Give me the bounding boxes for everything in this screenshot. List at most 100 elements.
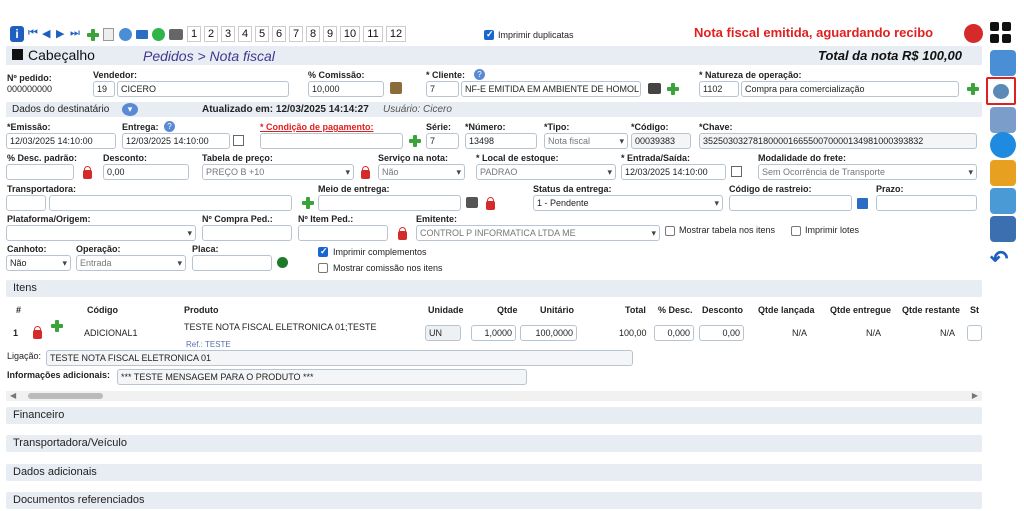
commission-input[interactable]: 10,000 bbox=[308, 81, 384, 97]
network-icon[interactable] bbox=[119, 28, 132, 41]
meio-entrega-lock-icon[interactable] bbox=[486, 197, 495, 210]
client-name-input[interactable]: NF-E EMITIDA EM AMBIENTE DE HOMOL bbox=[461, 81, 641, 97]
add-icon[interactable] bbox=[87, 29, 99, 41]
page-6[interactable]: 6 bbox=[272, 26, 286, 42]
email-icon[interactable] bbox=[136, 30, 148, 39]
tabela-preco-lock-icon[interactable] bbox=[361, 166, 370, 179]
whatsapp-icon[interactable] bbox=[152, 28, 165, 41]
schedule-icon[interactable] bbox=[990, 160, 1016, 186]
entrada-saida-input[interactable]: 12/03/2025 14:10:00 bbox=[621, 164, 726, 180]
emitente-select[interactable]: CONTROL P INFORMATICA LTDA ME bbox=[416, 225, 660, 241]
section-documentos[interactable]: Documentos referenciados bbox=[6, 492, 982, 509]
download-icon[interactable] bbox=[990, 132, 1016, 158]
recipient-bar[interactable] bbox=[6, 102, 982, 117]
link-input[interactable]: TESTE NOTA FISCAL ELETRONICA 01 bbox=[46, 350, 633, 366]
copy-icon[interactable] bbox=[103, 28, 114, 41]
grid-menu-icon[interactable] bbox=[990, 22, 1012, 44]
placa-input[interactable] bbox=[192, 255, 272, 271]
transportadora-name-input[interactable] bbox=[49, 195, 292, 211]
scroll-right-arrow[interactable]: ▶ bbox=[972, 391, 978, 400]
section-dados-adicionais[interactable]: Dados adicionais bbox=[6, 464, 982, 481]
desconto-input[interactable]: 0,00 bbox=[103, 164, 189, 180]
chave-input[interactable]: 3525030327818000016655007000013498100039… bbox=[699, 133, 977, 149]
servico-select[interactable]: Não bbox=[378, 164, 465, 180]
row-add-icon[interactable] bbox=[51, 320, 63, 332]
cond-pag-input[interactable] bbox=[260, 133, 403, 149]
add-transportadora-icon[interactable] bbox=[302, 197, 314, 209]
imprimir-complementos-checkbox[interactable] bbox=[318, 246, 328, 257]
operacao-select[interactable]: Entrada bbox=[76, 255, 186, 271]
report-icon[interactable] bbox=[990, 188, 1016, 214]
emissao-input[interactable]: 12/03/2025 14:10:00 bbox=[6, 133, 116, 149]
compra-ped-input[interactable] bbox=[202, 225, 292, 241]
local-estoque-select[interactable]: PADRAO bbox=[476, 164, 616, 180]
tabela-preco-select[interactable]: PREÇO B +10 bbox=[202, 164, 354, 180]
status-entrega-select[interactable]: 1 - Pendente bbox=[533, 195, 723, 211]
row-qty-input[interactable]: 1,0000 bbox=[471, 325, 516, 341]
next-page-icon[interactable]: ▶ bbox=[56, 27, 64, 40]
nature-code-input[interactable]: 1102 bbox=[699, 81, 739, 97]
section-financeiro[interactable]: Financeiro bbox=[6, 407, 982, 424]
scroll-thumb[interactable] bbox=[28, 393, 103, 399]
row-discount-input[interactable]: 0,00 bbox=[699, 325, 744, 341]
item-ped-input[interactable] bbox=[298, 225, 388, 241]
scroll-left-arrow[interactable]: ◀ bbox=[10, 391, 16, 400]
youtube-icon[interactable] bbox=[964, 24, 983, 43]
rastreio-icon[interactable] bbox=[857, 198, 868, 209]
mostrar-comissao-checkbox[interactable] bbox=[318, 263, 328, 273]
row-unit-price-input[interactable]: 100,0000 bbox=[520, 325, 577, 341]
entrega-help-icon[interactable]: ? bbox=[164, 121, 175, 132]
info-input[interactable]: *** TESTE MENSAGEM PARA O PRODUTO *** bbox=[117, 369, 527, 385]
page-5[interactable]: 5 bbox=[255, 26, 269, 42]
modalidade-select[interactable]: Sem Ocorrência de Transporte bbox=[758, 164, 977, 180]
meio-entrega-icon[interactable] bbox=[466, 197, 478, 208]
page-10[interactable]: 10 bbox=[340, 26, 360, 42]
client-help-icon[interactable]: ? bbox=[474, 69, 485, 80]
add-client-icon[interactable] bbox=[667, 83, 679, 95]
info-icon[interactable]: i bbox=[10, 26, 24, 42]
page-2[interactable]: 2 bbox=[204, 26, 218, 42]
recipient-toggle-icon[interactable]: ▾ bbox=[122, 103, 138, 116]
print-icon[interactable] bbox=[169, 29, 183, 40]
config-icon[interactable] bbox=[990, 107, 1016, 133]
page-8[interactable]: 8 bbox=[306, 26, 320, 42]
breadcrumb[interactable]: Pedidos > Nota fiscal bbox=[143, 48, 275, 64]
commission-detail-icon[interactable] bbox=[390, 82, 402, 94]
numero-input[interactable]: 13498 bbox=[465, 133, 537, 149]
item-ped-lock-icon[interactable] bbox=[398, 227, 407, 240]
items-section-header[interactable]: Itens bbox=[6, 280, 982, 297]
add-nature-icon[interactable] bbox=[967, 83, 979, 95]
edit-icon[interactable] bbox=[990, 216, 1016, 242]
page-12[interactable]: 12 bbox=[386, 26, 406, 42]
row-desc-pct-input[interactable]: 0,000 bbox=[654, 325, 694, 341]
codigo-input[interactable]: 00039383 bbox=[631, 133, 691, 149]
imprimir-lotes-checkbox[interactable] bbox=[791, 226, 801, 236]
canhoto-select[interactable]: Não bbox=[6, 255, 71, 271]
page-9[interactable]: 9 bbox=[323, 26, 337, 42]
transportadora-code-input[interactable] bbox=[6, 195, 46, 211]
print-duplicates-checkbox[interactable] bbox=[484, 29, 494, 40]
mostrar-tabela-checkbox[interactable] bbox=[665, 226, 675, 236]
serie-input[interactable]: 7 bbox=[426, 133, 459, 149]
page-4[interactable]: 4 bbox=[238, 26, 252, 42]
page-7[interactable]: 7 bbox=[289, 26, 303, 42]
prazo-input[interactable] bbox=[876, 195, 977, 211]
nature-name-input[interactable]: Compra para comercialização bbox=[741, 81, 959, 97]
desc-padrao-lock-icon[interactable] bbox=[83, 166, 92, 179]
client-code-input[interactable]: 7 bbox=[426, 81, 459, 97]
rastreio-input[interactable] bbox=[729, 195, 852, 211]
entrada-saida-calendar-icon[interactable] bbox=[731, 166, 742, 177]
vendor-name-input[interactable]: CICERO bbox=[117, 81, 289, 97]
transmit-nfe-icon[interactable] bbox=[986, 77, 1016, 105]
row-lock-icon[interactable] bbox=[33, 326, 42, 339]
add-cond-pag-icon[interactable] bbox=[409, 135, 421, 147]
prev-page-icon[interactable]: ◀ bbox=[42, 27, 50, 40]
client-search-icon[interactable] bbox=[648, 83, 661, 94]
page-11[interactable]: 11 bbox=[363, 26, 383, 42]
entrega-calendar-icon[interactable] bbox=[233, 135, 244, 146]
first-page-icon[interactable]: ⏮ bbox=[28, 27, 38, 40]
desc-padrao-input[interactable] bbox=[6, 164, 74, 180]
row-unit-input[interactable]: UN bbox=[425, 325, 461, 341]
section-transportadora[interactable]: Transportadora/Veículo bbox=[6, 435, 982, 452]
back-icon[interactable]: ↶ bbox=[990, 246, 1008, 272]
